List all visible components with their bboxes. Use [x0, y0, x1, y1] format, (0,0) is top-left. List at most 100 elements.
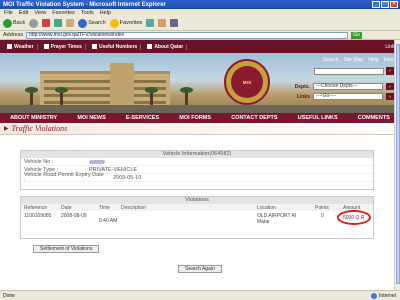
- nav-weather-label: Weather: [14, 43, 34, 50]
- search-again-button[interactable]: Search Again: [178, 265, 222, 273]
- search-icon: [78, 18, 88, 28]
- back-arrow-icon: [3, 18, 12, 28]
- vehicle-info-panel: Vehicle Information(064582) Vehicle No :…: [20, 150, 374, 190]
- links-label: Links: [296, 93, 310, 100]
- home-icon[interactable]: [66, 19, 75, 27]
- stop-icon[interactable]: [42, 19, 51, 27]
- depts-row: Depts. ---Choose Depts--- ›: [295, 83, 394, 90]
- banner-search-input[interactable]: [314, 67, 384, 75]
- menu-favorites[interactable]: Favorites: [52, 10, 75, 16]
- menu-contact-depts[interactable]: CONTACT DEPTS: [231, 115, 277, 121]
- menu-help[interactable]: Help: [100, 10, 111, 16]
- banner-tools: Search Site Map Help Email: [323, 57, 396, 63]
- favorites-label: Favorites: [119, 20, 143, 26]
- permit-expiry-value: 2009-05-10: [113, 174, 142, 181]
- status-text: Done: [3, 292, 15, 299]
- phone-icon: [91, 44, 97, 49]
- zone-label: Internet: [379, 292, 396, 299]
- browser-menubar: File Edit View Favorites Tools Help: [0, 9, 400, 16]
- close-icon[interactable]: ×: [390, 1, 398, 8]
- menu-moi-forms[interactable]: MOI FORMS: [179, 115, 211, 121]
- status-bar: Done Internet: [0, 290, 400, 300]
- vehicle-no-value: [89, 159, 105, 164]
- nav-weather[interactable]: Weather: [4, 43, 38, 50]
- tool-help[interactable]: Help: [368, 57, 378, 63]
- row-time: 6:40 AM: [99, 218, 118, 224]
- address-label: Address: [3, 32, 24, 38]
- nav-about-qatar[interactable]: About Qatar: [144, 43, 188, 50]
- security-zone: Internet: [371, 292, 396, 299]
- menu-e-services[interactable]: E-SERVICES: [126, 115, 159, 121]
- favorites-button[interactable]: Favorites: [109, 18, 143, 28]
- menu-useful-links[interactable]: USEFUL LINKS: [298, 115, 338, 121]
- settlement-button[interactable]: Settlement of Violations: [33, 245, 100, 253]
- star-icon: [109, 18, 119, 28]
- tool-search[interactable]: Search: [323, 57, 339, 63]
- history-icon[interactable]: [146, 19, 155, 27]
- violations-header: Violations: [21, 197, 373, 204]
- address-input[interactable]: http://www.moi.gov.qa/TFV/violations/ind…: [26, 31, 349, 39]
- violations-columns: Reference Date Time Description Location…: [21, 204, 373, 211]
- browser-toolbar: Back Search Favorites: [0, 16, 400, 31]
- vehicle-no-row: Vehicle No :: [21, 158, 373, 166]
- forward-arrow-icon[interactable]: [29, 18, 39, 28]
- go-button[interactable]: Go: [351, 31, 362, 39]
- scrollbar-thumb[interactable]: [396, 44, 400, 284]
- menu-tools[interactable]: Tools: [81, 10, 94, 16]
- address-url: http://www.moi.gov.qa/TFV/violations/ind…: [29, 31, 125, 38]
- tool-sitemap[interactable]: Site Map: [343, 57, 363, 63]
- window-title: MOI Traffic Violation System - Microsoft…: [3, 1, 166, 8]
- weather-icon: [7, 44, 12, 49]
- menu-moi-news[interactable]: MOI NEWS: [77, 115, 105, 121]
- vehicle-info-header: Vehicle Information(064582): [21, 151, 373, 158]
- moi-emblem-logo: MOI: [224, 59, 270, 105]
- banner-search: ›: [314, 67, 394, 75]
- emblem-text: MOI: [231, 66, 263, 98]
- menu-edit[interactable]: Edit: [19, 10, 28, 16]
- violations-panel: Violations Reference Date Time Descripti…: [20, 196, 374, 239]
- banner-search-button[interactable]: ›: [386, 67, 394, 75]
- nav-about-label: About Qatar: [154, 43, 184, 50]
- refresh-icon[interactable]: [54, 19, 63, 27]
- building-tower: [110, 63, 134, 105]
- row-reference: 1100109085: [24, 213, 52, 219]
- maximize-icon[interactable]: □: [381, 1, 389, 8]
- menu-about-ministry[interactable]: ABOUT MINISTRY: [10, 115, 57, 121]
- menu-file[interactable]: File: [4, 10, 13, 16]
- links-select[interactable]: ----Go----: [313, 93, 383, 100]
- search-button[interactable]: Search: [78, 18, 106, 28]
- search-label: Search: [88, 20, 106, 26]
- menu-view[interactable]: View: [34, 10, 46, 16]
- globe-icon: [371, 292, 378, 299]
- permit-expiry-label: Vehicle Road Permit Expiry Date :: [24, 171, 104, 184]
- mail-icon[interactable]: [158, 19, 167, 27]
- depts-go-button[interactable]: ›: [386, 83, 394, 90]
- vertical-scrollbar[interactable]: [394, 40, 400, 290]
- links-row: Links ----Go---- ›: [297, 93, 394, 100]
- site-top-nav: Weather Prayer Times Useful Numbers Abou…: [0, 40, 400, 53]
- print-icon[interactable]: [170, 19, 179, 27]
- permit-expiry-row: Vehicle Road Permit Expiry Date : 2009-0…: [21, 171, 373, 184]
- row-location: OLD AIRPORT AI Matar: [257, 213, 297, 225]
- back-label: Back: [13, 20, 26, 26]
- row-points: 0: [321, 213, 324, 219]
- site-banner: MOI Search Site Map Help Email › Depts. …: [0, 53, 400, 113]
- nav-prayer-label: Prayer Times: [50, 43, 82, 50]
- nav-useful-label: Useful Numbers: [98, 43, 138, 50]
- info-icon: [147, 44, 153, 49]
- minimize-icon[interactable]: _: [372, 1, 380, 8]
- address-bar: Address http://www.moi.gov.qa/TFV/violat…: [0, 31, 400, 40]
- highlight-circle: [337, 210, 371, 225]
- depts-label: Depts.: [294, 83, 310, 90]
- nav-useful-numbers[interactable]: Useful Numbers: [89, 43, 142, 50]
- arrow-icon: ▶: [4, 126, 9, 132]
- main-content: Vehicle Information(064582) Vehicle No :…: [0, 135, 400, 290]
- menu-comments[interactable]: COMMENTS: [358, 115, 390, 121]
- page-title: Traffic Violations: [11, 124, 68, 133]
- links-go-button[interactable]: ›: [386, 93, 394, 100]
- window-titlebar: MOI Traffic Violation System - Microsoft…: [0, 0, 400, 9]
- depts-select[interactable]: ---Choose Depts---: [313, 83, 383, 90]
- nav-prayer-times[interactable]: Prayer Times: [41, 43, 86, 50]
- vehicle-no-label: Vehicle No :: [24, 158, 54, 165]
- back-button[interactable]: Back: [3, 18, 26, 28]
